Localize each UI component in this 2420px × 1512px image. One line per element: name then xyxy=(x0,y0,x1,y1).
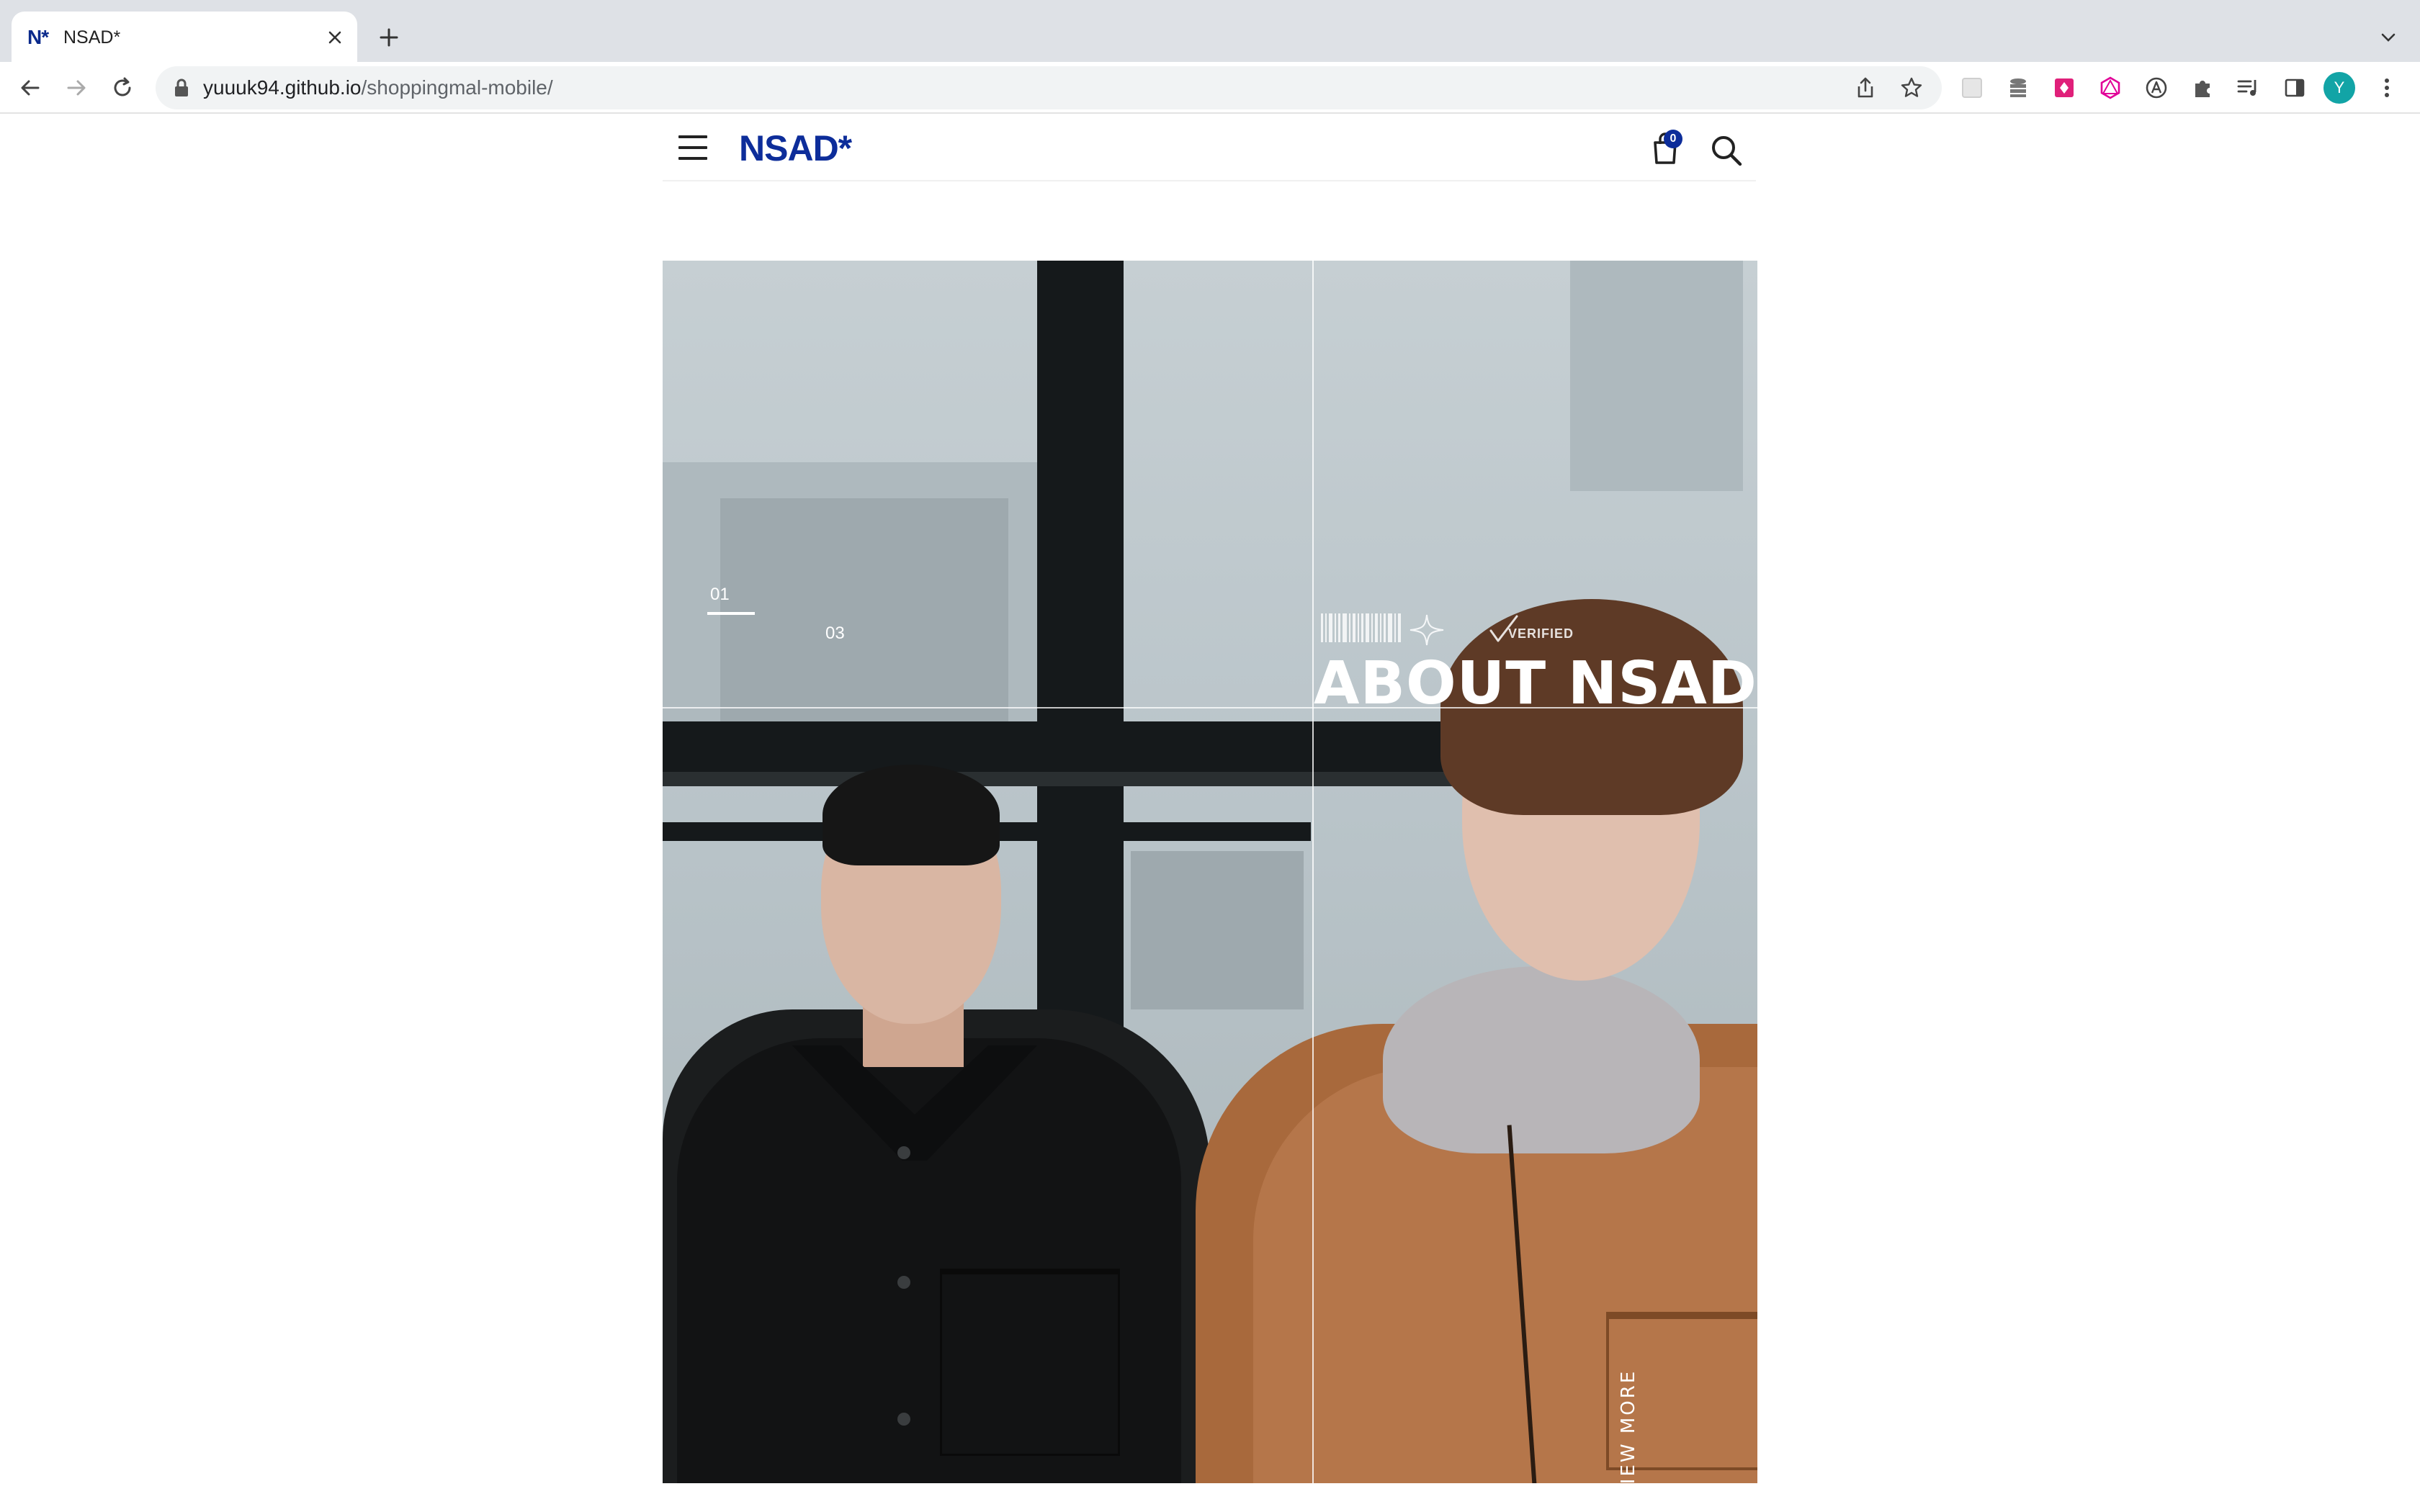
graphql-extension-icon[interactable] xyxy=(2093,71,2128,105)
url-path: /shoppingmal-mobile/ xyxy=(361,76,553,99)
extension-placeholder-icon[interactable] xyxy=(1955,71,1989,105)
pink-extension-icon[interactable] xyxy=(2047,71,2081,105)
back-arrow-icon[interactable] xyxy=(13,71,48,105)
share-icon[interactable] xyxy=(1850,72,1881,104)
url-host: yuuuk94.github.io xyxy=(203,76,362,99)
site-logo[interactable]: NSAD* xyxy=(739,128,852,168)
media-queue-icon[interactable] xyxy=(2231,71,2266,105)
reload-icon[interactable] xyxy=(105,71,140,105)
cart-count-badge: 0 xyxy=(1664,130,1682,148)
barcode-icon xyxy=(1321,613,1407,642)
tab-favicon: N* xyxy=(27,26,49,48)
view-more-link[interactable]: VIEW MORE xyxy=(1618,1355,1646,1483)
site-header: NSAD* 0 xyxy=(663,114,1756,181)
database-extension-icon[interactable] xyxy=(2001,71,2035,105)
browser-tab-active[interactable]: N* NSAD* xyxy=(12,12,357,62)
hero-photo xyxy=(663,261,1757,1483)
bookmark-star-icon[interactable] xyxy=(1896,72,1927,104)
puzzle-extensions-icon[interactable] xyxy=(2185,71,2220,105)
verified-label: VERIFIED xyxy=(1508,626,1574,641)
browser-menu-kebab-icon[interactable] xyxy=(2370,71,2404,105)
tab-title: NSAD* xyxy=(63,27,121,48)
hero-title: ABOUT NSAD* xyxy=(1314,649,1757,718)
address-bar[interactable]: yuuuk94.github.io/shoppingmal-mobile/ xyxy=(156,66,1942,109)
profile-avatar[interactable]: Y xyxy=(2323,72,2355,104)
slide-pager-current: 01 xyxy=(710,585,730,604)
hero-banner[interactable]: 01 03 VERIFIED ABOUT NSAD* VIEW MORE xyxy=(663,261,1757,1483)
side-panel-icon[interactable] xyxy=(2277,71,2312,105)
hero-guide-vertical xyxy=(1312,261,1314,1483)
new-tab-plus-icon[interactable] xyxy=(372,20,406,55)
slide-pager-total: 03 xyxy=(825,624,845,643)
sparkle-icon xyxy=(1409,613,1445,647)
search-icon[interactable] xyxy=(1708,132,1744,168)
browser-tab-strip: N* NSAD* xyxy=(0,0,2420,62)
url-text[interactable]: yuuuk94.github.io/shoppingmal-mobile/ xyxy=(203,76,553,99)
tab-search-chevron-icon[interactable] xyxy=(2371,20,2406,55)
tab-close-icon[interactable] xyxy=(320,22,350,53)
slide-pager-progress xyxy=(707,612,755,615)
lock-icon[interactable] xyxy=(173,78,190,98)
forward-arrow-icon[interactable] xyxy=(59,71,94,105)
hamburger-menu-icon[interactable] xyxy=(678,135,710,161)
a-circle-extension-icon[interactable] xyxy=(2139,71,2174,105)
browser-toolbar: yuuuk94.github.io/shoppingmal-mobile/ Y xyxy=(0,62,2420,114)
